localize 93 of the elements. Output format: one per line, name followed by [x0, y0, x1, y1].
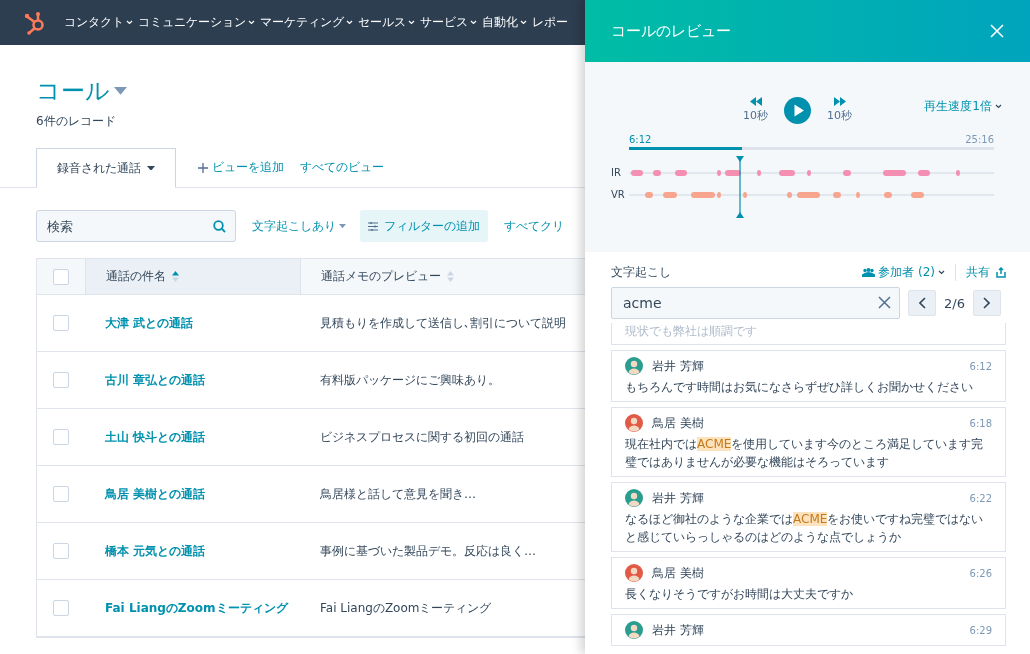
timestamp[interactable]: 6:22 — [969, 492, 992, 504]
call-subject-link[interactable]: 鳥居 美樹との通話 — [85, 485, 300, 503]
call-subject-link[interactable]: 橋本 元気との通話 — [85, 542, 300, 560]
all-views-link[interactable]: すべてのビュー — [300, 159, 384, 176]
next-button[interactable] — [972, 290, 1001, 316]
row-checkbox[interactable] — [53, 600, 69, 616]
note-preview: 事例に基づいた製品デモ。反応は良く… — [319, 542, 536, 560]
record-count: 6件のレコード — [36, 113, 116, 130]
people-icon — [862, 268, 876, 277]
panel-title: コールのレビュー — [611, 21, 731, 41]
caret-icon — [147, 165, 155, 171]
rewind-label: 10秒 — [743, 108, 768, 123]
sort-icon — [447, 271, 454, 282]
current-time: 6:12 — [629, 134, 652, 145]
page-title[interactable]: コール — [36, 75, 127, 107]
nav-item[interactable]: マーケティング — [260, 14, 353, 31]
nav-item[interactable]: レポー — [532, 14, 568, 31]
timestamp[interactable]: 6:29 — [969, 624, 992, 636]
note-preview: 鳥居様と話して意見を聞き… — [319, 485, 476, 503]
speaker-name: 鳥居 美樹 — [652, 564, 705, 582]
previous-button[interactable] — [908, 290, 936, 316]
caret-icon — [408, 20, 415, 25]
row-checkbox[interactable] — [53, 372, 69, 388]
speaker-track-label: VR — [611, 189, 626, 201]
rewind-icon[interactable] — [749, 97, 762, 106]
nav-item[interactable]: コンタクト — [64, 14, 133, 31]
add-view-link[interactable]: ビューを追加 — [198, 159, 284, 176]
nav-item[interactable]: セールス — [358, 14, 415, 31]
add-filter-button[interactable]: フィルターの追加 — [360, 210, 488, 242]
clear-icon[interactable] — [878, 296, 891, 309]
caret-icon — [339, 223, 346, 229]
caret-icon — [114, 87, 127, 95]
transcript-text: 現状でも弊社は順調です — [611, 323, 1006, 345]
nav-item[interactable]: 自動化 — [482, 14, 527, 31]
transcript-text: もちろんです時間はお気になさらずぜひ詳しくお聞かせください — [625, 379, 974, 396]
caret-icon — [995, 104, 1002, 109]
chevron-left-icon — [918, 297, 926, 309]
caret-icon — [520, 20, 527, 25]
chevron-right-icon — [983, 297, 991, 309]
row-checkbox[interactable] — [53, 429, 69, 445]
transcript-search-field[interactable]: acme — [611, 287, 900, 319]
search-field[interactable]: 検索 — [36, 210, 236, 242]
caret-icon — [346, 20, 353, 25]
sort-icon — [172, 271, 179, 282]
clear-all-link[interactable]: すべてクリ — [504, 217, 564, 235]
search-icon — [213, 220, 226, 233]
timestamp[interactable]: 6:26 — [969, 567, 992, 579]
note-preview: 見積もりを作成して送信し､割引について説明 — [319, 314, 566, 332]
timestamp[interactable]: 6:18 — [969, 417, 992, 429]
speaker-name: 岩井 芳輝 — [652, 357, 705, 375]
transcript-filter[interactable]: 文字起こしあり — [252, 217, 346, 235]
note-preview: ビジネスプロセスに関する初回の通話 — [319, 428, 524, 446]
plus-icon — [198, 162, 208, 173]
sliders-icon — [368, 221, 378, 231]
speaker-name: 岩井 芳輝 — [652, 621, 705, 639]
view-tab[interactable]: 録音された通話 — [36, 148, 176, 188]
note-preview: 有料版パッケージにご興味あり。 — [319, 371, 500, 389]
caret-icon — [938, 270, 945, 275]
caret-icon — [126, 20, 133, 25]
playhead[interactable] — [736, 156, 744, 218]
caret-icon — [248, 20, 255, 25]
select-all-checkbox[interactable] — [53, 268, 69, 285]
participants-menu[interactable]: 参加者 (2) — [862, 264, 945, 281]
transcript-text: 長くなりそうですがお時間は大丈夫ですか — [625, 586, 854, 603]
note-preview: Fai LiangのZoomミーティング — [319, 599, 492, 617]
caret-icon — [470, 20, 477, 25]
match-position: 2/6 — [944, 295, 965, 311]
speaker-name: 鳥居 美樹 — [652, 414, 705, 432]
total-time: 25:16 — [965, 134, 994, 145]
speaker-name: 岩井 芳輝 — [652, 489, 705, 507]
call-subject-link[interactable]: 土山 快斗との通話 — [85, 428, 300, 446]
transcript-text: 現在社内ではACMEを使用しています今のところ満足しています完璧ではありませんが必要な機能はそろっています — [625, 436, 985, 471]
row-checkbox[interactable] — [53, 315, 69, 331]
progress-track[interactable] — [629, 147, 994, 150]
call-subject-link[interactable]: 大津 武との通話 — [85, 314, 300, 332]
forward-label: 10秒 — [827, 108, 852, 123]
fast-forward-icon[interactable] — [833, 97, 846, 106]
speaker-track-label: IR — [611, 167, 622, 179]
transcript-title: 文字起こし — [611, 264, 671, 281]
play-icon[interactable] — [784, 96, 811, 124]
nav-item[interactable]: コミュニケーション — [138, 14, 255, 31]
transcript-text: なるほど御社のような企業ではACMEをお使いですね完璧ではないと感じていらっしゃるのはどのような点でしょうか — [625, 511, 985, 546]
speed-menu[interactable]: 再生速度1倍 — [924, 98, 1002, 115]
export-icon[interactable] — [996, 267, 1006, 278]
row-checkbox[interactable] — [53, 543, 69, 559]
call-subject-link[interactable]: 古川 章弘との通話 — [85, 371, 300, 389]
timestamp[interactable]: 6:12 — [969, 360, 992, 372]
call-subject-link[interactable]: Fai LiangのZoomミーティング — [85, 599, 300, 617]
nav-item[interactable]: サービス — [420, 14, 477, 31]
share-link[interactable]: 共有 — [955, 264, 990, 281]
column-header[interactable]: 通話の件名 — [85, 259, 300, 294]
row-checkbox[interactable] — [53, 486, 69, 502]
close-icon[interactable] — [990, 24, 1004, 38]
